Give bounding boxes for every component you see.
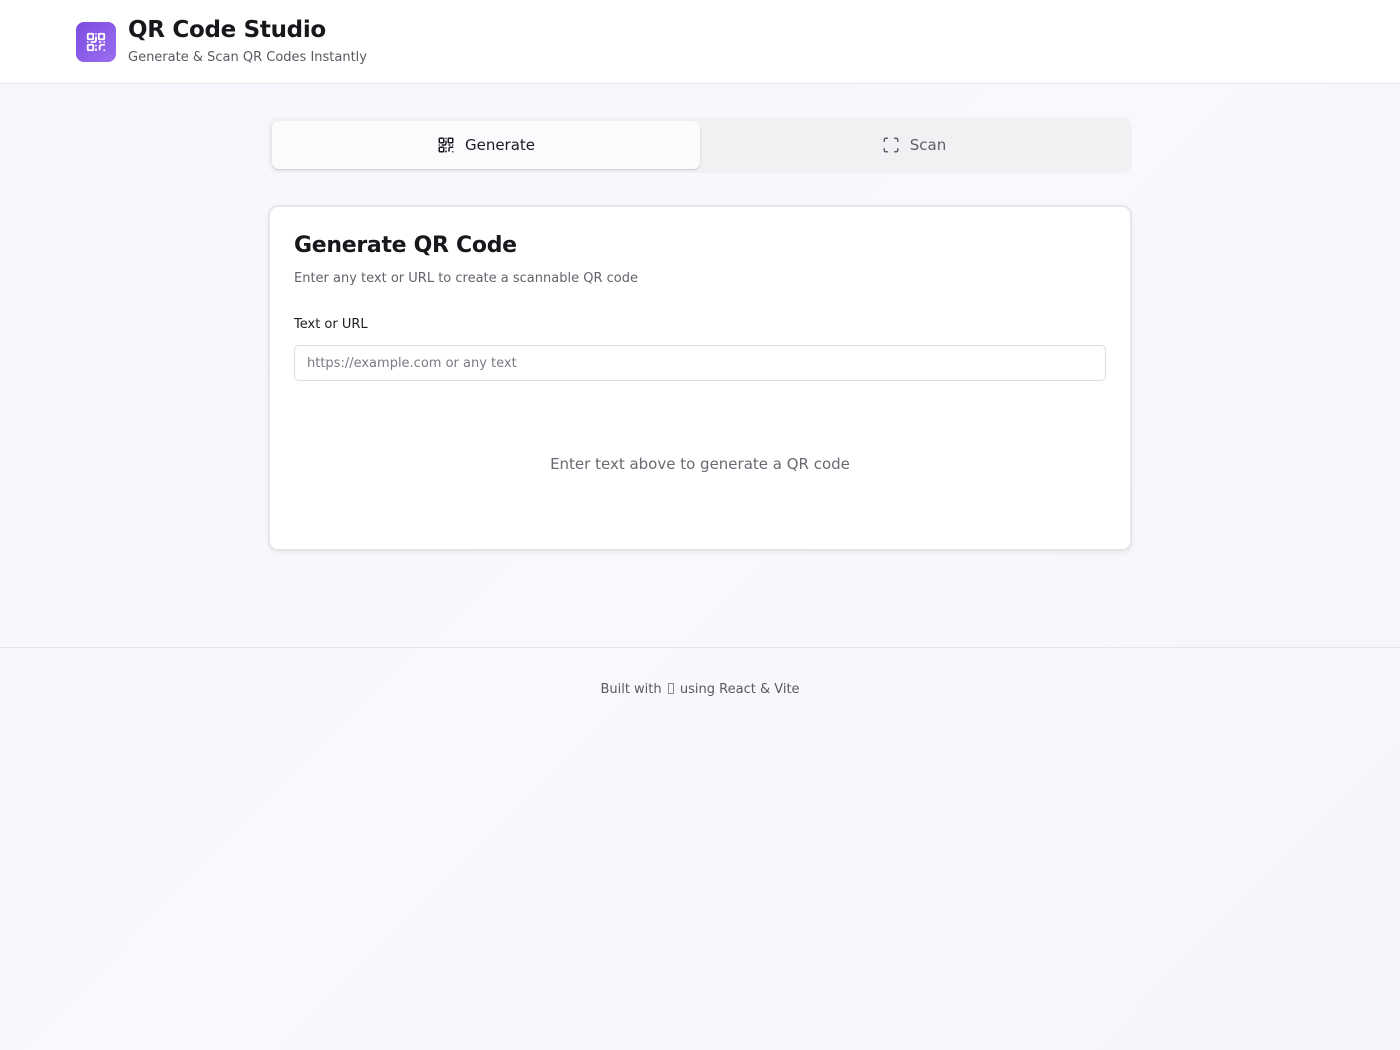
empty-state-message: Enter text above to generate a QR code xyxy=(550,455,850,473)
scan-frame-icon xyxy=(882,136,900,154)
app-footer: Built with using React & Vite xyxy=(0,647,1400,1050)
qr-code-icon xyxy=(86,32,106,52)
app-logo xyxy=(76,22,116,62)
footer-text-before: Built with xyxy=(600,682,662,697)
card-description: Enter any text or URL to create a scanna… xyxy=(294,271,638,286)
footer-text: Built with using React & Vite xyxy=(0,682,1400,697)
tab-scan-label: Scan xyxy=(909,136,947,154)
app-title: QR Code Studio xyxy=(128,17,326,43)
heart-icon xyxy=(667,683,674,694)
tab-scan[interactable]: Scan xyxy=(700,121,1128,169)
tab-generate-label: Generate xyxy=(464,136,536,154)
generate-card: Generate QR Code Enter any text or URL t… xyxy=(268,205,1132,551)
app-subtitle: Generate & Scan QR Codes Instantly xyxy=(128,50,367,65)
footer-text-after: using React & Vite xyxy=(679,682,800,697)
text-url-input[interactable] xyxy=(294,345,1106,381)
app-header: QR Code Studio Generate & Scan QR Codes … xyxy=(0,0,1400,84)
card-title: Generate QR Code xyxy=(294,233,517,258)
mode-tabs: Generate Scan xyxy=(268,117,1132,173)
qr-code-icon xyxy=(437,136,455,154)
text-url-label: Text or URL xyxy=(294,317,368,332)
tab-generate[interactable]: Generate xyxy=(272,121,700,169)
